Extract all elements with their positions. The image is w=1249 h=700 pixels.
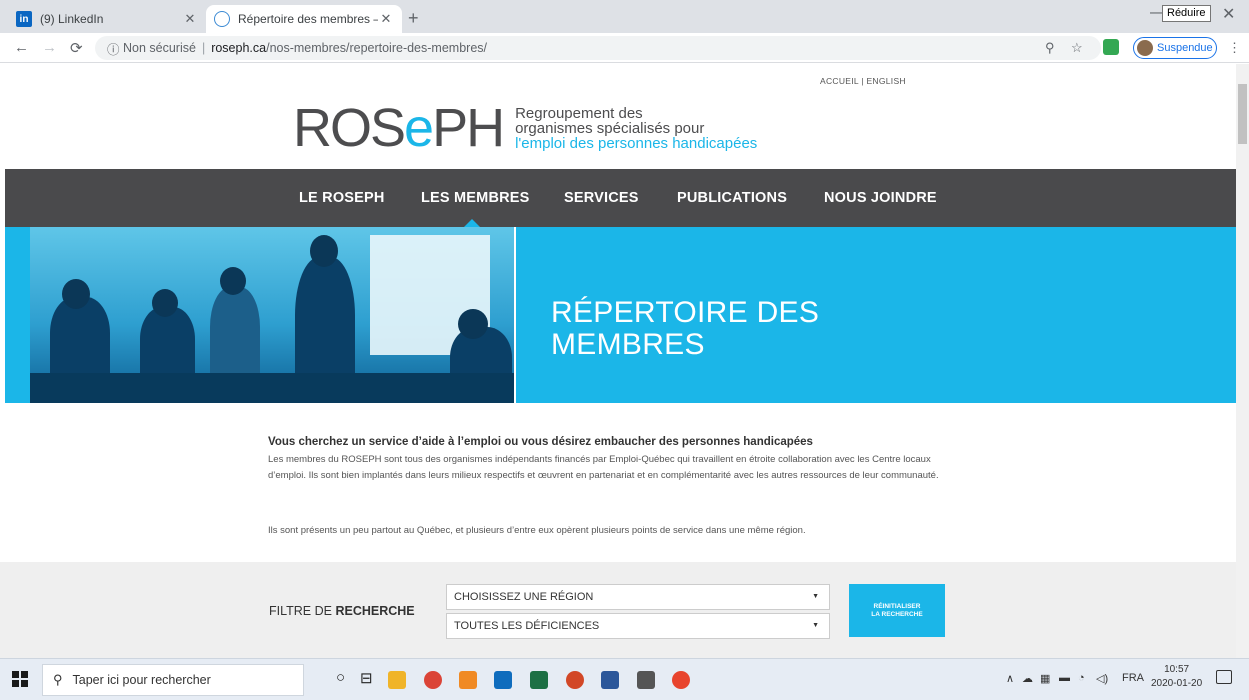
nav-item-les-membres[interactable]: LES MEMBRES (421, 190, 530, 206)
act-icon[interactable] (672, 671, 690, 689)
windows-start-icon[interactable] (12, 671, 28, 687)
tab-title: (9) LinkedIn (40, 12, 104, 26)
volume-icon[interactable]: ◁) (1096, 672, 1108, 685)
onedrive-icon[interactable]: ☁ (1022, 672, 1033, 685)
url-domain: roseph.ca (211, 41, 267, 55)
address-bar-row: ← → ⟳ ⓘ Non sécurisé | roseph.ca /nos-me… (0, 33, 1249, 63)
calculator-icon[interactable] (637, 671, 655, 689)
back-arrow-icon[interactable]: ← (14, 39, 29, 56)
windows-taskbar: ⚲ Taper ici pour rechercher ○ ⊟ ∧ ☁ ▦ ▬ … (0, 658, 1249, 700)
page-scrollbar[interactable] (1236, 64, 1249, 658)
hero-banner: RÉPERTOIRE DES MEMBRES (5, 227, 1236, 403)
app-icon[interactable] (459, 671, 477, 689)
file-explorer-icon[interactable] (388, 671, 406, 689)
menu-icon[interactable]: ⋮ (1228, 40, 1241, 56)
notification-icon[interactable] (1216, 670, 1232, 684)
close-window-button[interactable]: ✕ (1222, 4, 1235, 24)
battery-icon[interactable]: ▬ (1059, 672, 1070, 684)
word-icon[interactable] (601, 671, 619, 689)
nav-item-nous-joindre[interactable]: NOUS JOINDRE (824, 190, 937, 206)
hero-photo (30, 227, 516, 403)
chrome-icon[interactable] (424, 671, 442, 689)
reload-icon[interactable]: ⟳ (70, 39, 83, 57)
profile-button[interactable]: Suspendue (1133, 37, 1217, 59)
page-title: RÉPERTOIRE DES MEMBRES (551, 296, 820, 361)
globe-icon (214, 11, 230, 27)
search-icon: ⚲ (53, 672, 63, 687)
avatar (1137, 40, 1153, 56)
taskbar-search-input[interactable]: ⚲ Taper ici pour rechercher (42, 664, 304, 696)
powerpoint-icon[interactable] (566, 671, 584, 689)
chevron-down-icon: ▼ (812, 593, 819, 600)
region-select[interactable]: CHOISISSEZ UNE RÉGION ▼ (446, 584, 830, 610)
info-icon[interactable]: ⓘ (107, 39, 123, 58)
forward-arrow-icon[interactable]: → (42, 39, 57, 56)
extension-icon[interactable] (1103, 39, 1119, 55)
security-label: Non sécurisé (122, 41, 196, 55)
url-input[interactable]: ⓘ Non sécurisé | roseph.ca /nos-membres/… (95, 36, 1101, 60)
intro-heading: Vous cherchez un service d’aide à l’empl… (268, 436, 813, 448)
filter-label: FILTRE DE RECHERCHE (269, 604, 415, 618)
nav-item-le-roseph[interactable]: LE ROSEPH (299, 190, 385, 206)
search-filter-section: FILTRE DE RECHERCHE CHOISISSEZ UNE RÉGIO… (0, 562, 1236, 658)
star-icon[interactable]: ☆ (1071, 40, 1083, 56)
outlook-icon[interactable] (494, 671, 512, 689)
scrollbar-thumb[interactable] (1238, 84, 1247, 144)
browser-tab-bar: in (9) LinkedIn ✕ Répertoire des membres… (0, 0, 1249, 33)
zoom-icon[interactable]: ⚲ (1045, 40, 1055, 56)
intro-paragraph-2: Ils sont présents un peu partout au Québ… (268, 525, 806, 536)
nav-item-publications[interactable]: PUBLICATIONS (677, 190, 787, 206)
close-icon[interactable]: ✕ (378, 11, 394, 27)
linkedin-icon: in (16, 11, 32, 27)
chevron-up-icon[interactable]: ∧ (1006, 672, 1014, 685)
top-links[interactable]: ACCUEIL | ENGLISH (820, 76, 906, 86)
roseph-logo[interactable]: ROSePH Regroupement des organismes spéci… (293, 98, 757, 158)
intro-paragraph: Les membres du ROSEPH sont tous des orga… (268, 454, 939, 481)
tooltip: Réduire (1162, 5, 1211, 22)
wifi-icon[interactable]: ◔ (1078, 672, 1085, 684)
nav-item-services[interactable]: SERVICES (564, 190, 639, 206)
main-navigation: LE ROSEPH LES MEMBRES SERVICES PUBLICATI… (5, 169, 1236, 227)
new-tab-button[interactable]: + (408, 8, 419, 29)
url-path: /nos-membres/repertoire-des-membres/ (266, 41, 487, 55)
tab-repertoire[interactable]: Répertoire des membres – ROSEPH ✕ (206, 5, 402, 33)
clock[interactable]: 10:57 2020-01-20 (1151, 663, 1202, 691)
tab-linkedin[interactable]: in (9) LinkedIn ✕ (8, 5, 206, 33)
logo-tagline: Regroupement des organismes spécialisés … (515, 104, 758, 152)
chevron-down-icon: ▼ (812, 622, 819, 629)
deficiency-select[interactable]: TOUTES LES DÉFICIENCES ▼ (446, 613, 830, 639)
profile-label: Suspendue (1157, 42, 1213, 54)
language-indicator[interactable]: FRA (1122, 672, 1144, 684)
tab-title: Répertoire des membres – ROSEPH (238, 12, 378, 26)
logo-wordmark: ROSePH (293, 98, 505, 158)
cortana-icon[interactable]: ○ (336, 669, 345, 686)
task-view-icon[interactable]: ⊟ (360, 669, 373, 687)
close-icon[interactable]: ✕ (182, 11, 198, 27)
reset-search-button[interactable]: RÉINITIALISER LA RECHERCHE (849, 584, 945, 637)
web-page: ACCUEIL | ENGLISH ROSePH Regroupement de… (0, 64, 1236, 658)
excel-icon[interactable] (530, 671, 548, 689)
active-nav-indicator (464, 219, 480, 227)
network-icon[interactable]: ▦ (1040, 672, 1050, 685)
